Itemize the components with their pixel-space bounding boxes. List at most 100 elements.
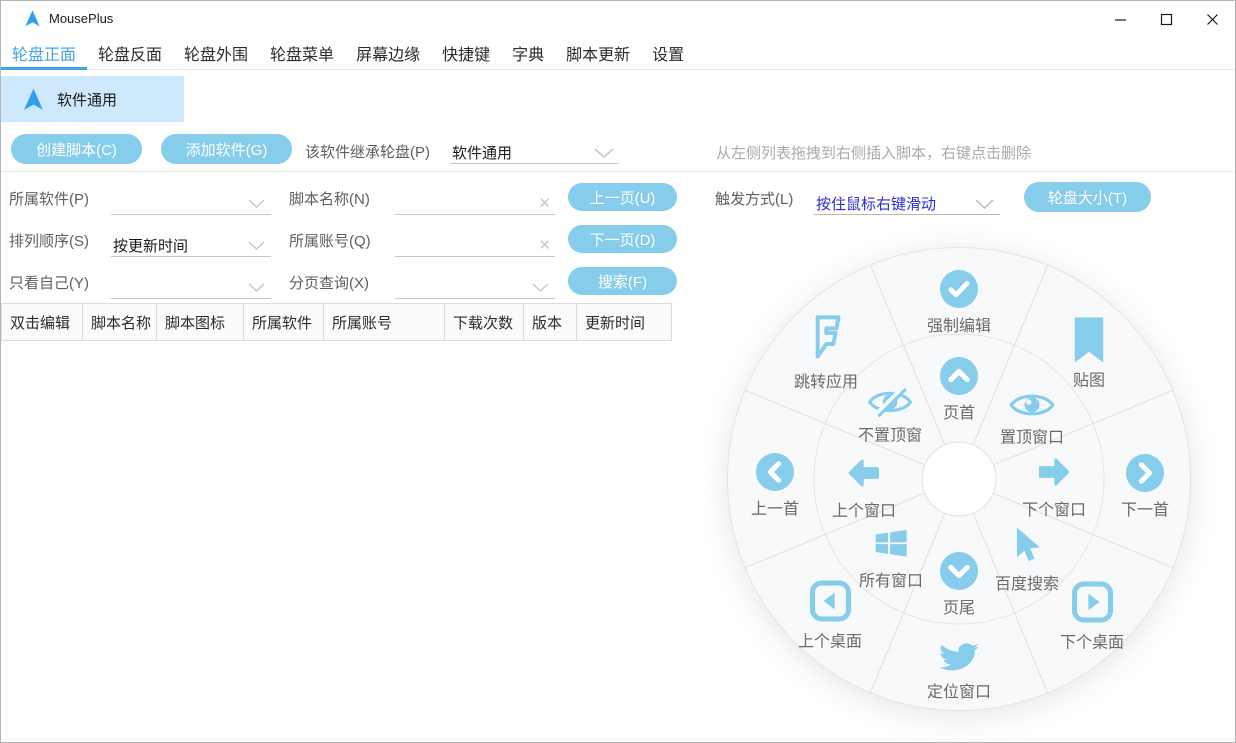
script-name-input[interactable] (395, 191, 555, 214)
header-double-click-edit[interactable]: 双击编辑 (2, 304, 83, 340)
arrow-left-icon (841, 453, 887, 493)
wheel-item-label: 定位窗口 (927, 678, 991, 702)
tab-hotkeys[interactable]: 快捷键 (431, 37, 501, 69)
wheel-item-prev-window[interactable]: 上个窗口 (832, 453, 896, 521)
wheel-item-pin-image[interactable]: 贴图 (1071, 318, 1107, 391)
sort-order-label: 排列顺序(S) (9, 230, 89, 251)
add-software-button[interactable]: 添加软件(G) (161, 134, 292, 164)
wheel-item-prev-song[interactable]: 上一首 (751, 453, 799, 519)
twitter-bird-icon (939, 640, 979, 674)
wheel-item-page-bottom[interactable]: 页尾 (940, 552, 978, 618)
arrow-right-icon (1031, 452, 1077, 492)
trigger-mode-value: 按住鼠标右键滑动 (816, 193, 936, 214)
check-circle-icon (940, 270, 978, 308)
header-script-icon[interactable]: 脚本图标 (157, 304, 244, 340)
header-update-time[interactable]: 更新时间 (577, 304, 672, 340)
minimize-button[interactable] (1097, 1, 1143, 37)
wheel-item-force-edit[interactable]: 强制编辑 (927, 270, 991, 336)
wheel-item-next-window[interactable]: 下个窗口 (1022, 452, 1086, 520)
tab-screen-edge[interactable]: 屏幕边缘 (345, 37, 431, 69)
wheel-item-locate-window[interactable]: 定位窗口 (927, 640, 991, 702)
wheel-item-label: 下个窗口 (1022, 496, 1086, 520)
tab-dictionary[interactable]: 字典 (501, 37, 555, 69)
tab-settings[interactable]: 设置 (641, 37, 695, 69)
prev-page-button[interactable]: 上一页(U) (568, 183, 677, 211)
wheel-item-next-song[interactable]: 下一首 (1121, 454, 1169, 520)
chevron-down-icon (248, 283, 265, 293)
search-button[interactable]: 搜索(F) (568, 267, 677, 295)
wheel-item-label: 置顶窗口 (1000, 424, 1064, 448)
prev-desktop-icon (807, 579, 852, 624)
next-page-button[interactable]: 下一页(D) (568, 225, 677, 253)
chevron-down-icon (248, 241, 265, 251)
app-title: MousePlus (49, 11, 113, 26)
wheel-item-label: 上一首 (751, 495, 799, 519)
cursor-icon (1007, 524, 1047, 566)
header-version[interactable]: 版本 (524, 304, 577, 340)
action-wheel: 强制编辑 贴图 下一首 下个桌面 定位窗口 (724, 244, 1194, 714)
clear-icon[interactable]: ✕ (538, 194, 551, 212)
inherit-wheel-select[interactable]: 软件通用 (450, 140, 618, 164)
chevron-down-icon (248, 199, 265, 209)
tab-bar: 轮盘正面 轮盘反面 轮盘外围 轮盘菜单 屏幕边缘 快捷键 字典 脚本更新 设置 (1, 37, 1235, 70)
wheel-item-label: 下一首 (1121, 496, 1169, 520)
next-desktop-icon (1069, 580, 1114, 625)
sort-order-select[interactable]: 按更新时间 (111, 233, 271, 257)
only-mine-select[interactable] (111, 275, 271, 299)
sort-order-value: 按更新时间 (113, 235, 188, 256)
script-table-header: 双击编辑 脚本名称 脚本图标 所属软件 所属账号 下载次数 版本 更新时间 (1, 303, 672, 341)
wheel-item-unpin-window[interactable]: 不置顶窗 (858, 387, 922, 446)
owner-account-input[interactable] (395, 233, 555, 256)
wheel-item-label: 百度搜索 (995, 570, 1059, 594)
script-name-field: ✕ (395, 191, 555, 215)
software-item-label: 软件通用 (57, 89, 117, 110)
bookmark-icon (1071, 318, 1107, 363)
maximize-button[interactable] (1143, 1, 1189, 37)
header-download-count[interactable]: 下载次数 (445, 304, 524, 340)
chevron-down-icon (594, 148, 614, 159)
chevron-right-circle-icon (1126, 454, 1164, 492)
owner-account-field: ✕ (395, 233, 555, 257)
owner-software-select[interactable] (111, 191, 271, 215)
owner-account-label: 所属账号(Q) (289, 230, 371, 251)
close-button[interactable] (1189, 1, 1235, 37)
wheel-size-button[interactable]: 轮盘大小(T) (1024, 182, 1151, 212)
tab-wheel-front[interactable]: 轮盘正面 (1, 37, 87, 69)
wheel-item-prev-desktop[interactable]: 上个桌面 (798, 579, 862, 652)
eye-slash-icon (867, 387, 913, 418)
chevron-down-icon (532, 283, 549, 293)
wheel-item-next-desktop[interactable]: 下个桌面 (1060, 580, 1124, 653)
software-item-selected[interactable]: 软件通用 (1, 76, 184, 122)
page-query-select[interactable] (395, 275, 555, 299)
only-mine-label: 只看自己(Y) (9, 272, 89, 293)
drag-hint-text: 从左侧列表拖拽到右侧插入脚本，右键点击删除 (716, 142, 1031, 163)
header-owner-software[interactable]: 所属软件 (244, 304, 324, 340)
close-icon (1206, 13, 1219, 26)
tab-script-update[interactable]: 脚本更新 (555, 37, 641, 69)
wheel-item-baidu-search[interactable]: 百度搜索 (995, 524, 1059, 594)
wheel-item-all-windows[interactable]: 所有窗口 (859, 523, 923, 591)
wheel-item-page-top[interactable]: 页首 (940, 357, 978, 423)
wheel-item-label: 下个桌面 (1060, 629, 1124, 653)
trigger-mode-select[interactable]: 按住鼠标右键滑动 (814, 191, 1000, 215)
app-logo-icon (23, 9, 42, 28)
create-script-button[interactable]: 创建脚本(C) (11, 134, 142, 164)
wheel-item-label: 上个窗口 (832, 497, 896, 521)
clear-icon[interactable]: ✕ (538, 236, 551, 254)
wheel-item-label: 页首 (943, 399, 975, 423)
wheel-item-label: 强制编辑 (927, 312, 991, 336)
wheel-item-pin-window[interactable]: 置顶窗口 (1000, 391, 1064, 448)
tab-wheel-menu[interactable]: 轮盘菜单 (259, 37, 345, 69)
header-script-name[interactable]: 脚本名称 (83, 304, 157, 340)
wheel-item-label: 跳转应用 (794, 368, 858, 392)
wheel-item-label: 不置顶窗 (858, 422, 922, 446)
inherit-wheel-label: 该软件继承轮盘(P) (305, 141, 430, 162)
tab-wheel-back[interactable]: 轮盘反面 (87, 37, 173, 69)
page-query-label: 分页查询(X) (289, 272, 369, 293)
header-owner-account[interactable]: 所属账号 (324, 304, 445, 340)
wheel-item-label: 页尾 (943, 594, 975, 618)
tab-wheel-outer[interactable]: 轮盘外围 (173, 37, 259, 69)
trigger-mode-label: 触发方式(L) (715, 188, 793, 209)
wheel-item-jump-app[interactable]: 跳转应用 (794, 314, 858, 392)
chevron-down-circle-icon (940, 552, 978, 590)
